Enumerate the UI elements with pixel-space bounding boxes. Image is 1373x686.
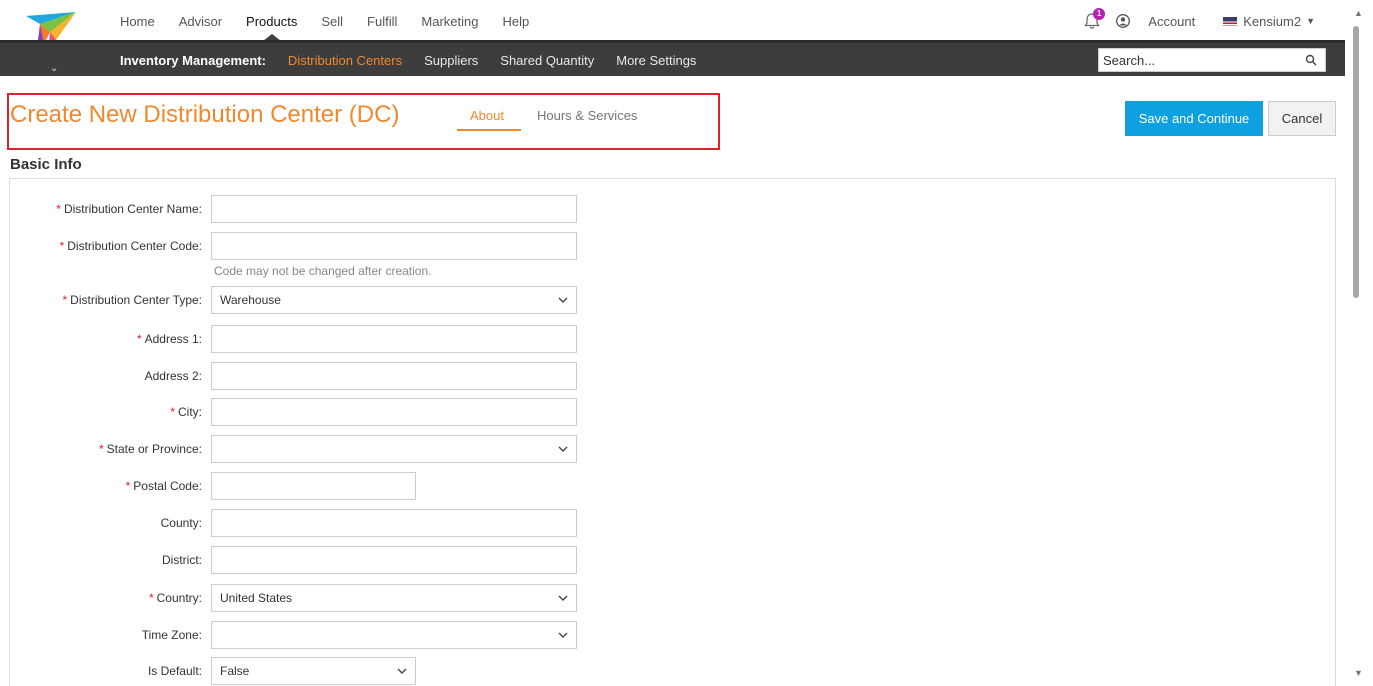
dc-type-select[interactable]: Warehouse xyxy=(211,286,577,314)
field-label: * Distribution Center Code: xyxy=(59,239,202,253)
field-label: * Address 1: xyxy=(136,332,202,346)
select-value: False xyxy=(220,664,250,678)
subnav-distribution-centers[interactable]: Distribution Centers xyxy=(288,53,402,68)
chevron-down-icon xyxy=(558,595,568,601)
subnav-more-settings[interactable]: More Settings xyxy=(616,53,696,68)
select-value: Warehouse xyxy=(220,293,281,307)
tab-hours-services[interactable]: Hours & Services xyxy=(537,108,637,123)
chevron-down-icon xyxy=(397,668,407,674)
chevron-down-icon[interactable]: ⌄ xyxy=(50,63,58,74)
address1-field[interactable] xyxy=(211,325,577,353)
user-icon[interactable] xyxy=(1116,14,1131,28)
scroll-up-icon[interactable]: ▲ xyxy=(1354,8,1363,18)
field-label: Time Zone: xyxy=(141,628,202,642)
field-label: Is Default: xyxy=(147,664,202,678)
form-row-country: * Country: United States xyxy=(0,584,600,612)
us-flag-icon xyxy=(1223,16,1238,26)
dc-code-field[interactable] xyxy=(211,232,577,260)
form-row-city: * City: xyxy=(0,398,600,426)
chevron-down-icon xyxy=(558,632,568,638)
subnav-section-label: Inventory Management: xyxy=(120,53,266,68)
form-row-timezone: Time Zone: xyxy=(0,621,600,649)
scroll-thumb[interactable] xyxy=(1353,26,1359,298)
form-row-address2: Address 2: xyxy=(0,362,600,390)
state-select[interactable] xyxy=(211,435,577,463)
dc-name-field[interactable] xyxy=(211,195,577,223)
address2-field[interactable] xyxy=(211,362,577,390)
select-value: United States xyxy=(220,591,293,605)
top-navigation: Home Advisor Products Sell Fulfill Marke… xyxy=(0,0,1345,54)
menu-advisor[interactable]: Advisor xyxy=(179,14,222,40)
district-field[interactable] xyxy=(211,546,577,574)
chevron-down-icon xyxy=(558,446,568,452)
field-label: * Distribution Center Type: xyxy=(62,293,202,307)
form-row-name: * Distribution Center Name: xyxy=(0,195,600,223)
notifications-button[interactable]: 1 xyxy=(1084,8,1106,30)
form-row-default: Is Default: False xyxy=(0,657,600,685)
scroll-down-icon[interactable]: ▼ xyxy=(1354,668,1363,678)
inventory-subnav-bar: ⌄ Inventory Management: Distribution Cen… xyxy=(0,40,1345,76)
form-row-address1: * Address 1: xyxy=(0,325,600,353)
subnav-shared-quantity[interactable]: Shared Quantity xyxy=(500,53,594,68)
menu-products[interactable]: Products xyxy=(246,14,297,41)
field-label: * Postal Code: xyxy=(125,479,202,493)
subnav-suppliers[interactable]: Suppliers xyxy=(424,53,478,68)
search-icon[interactable] xyxy=(1305,54,1317,66)
caret-down-icon[interactable]: ▼ xyxy=(1306,16,1315,26)
country-select[interactable]: United States xyxy=(211,584,577,612)
search-box xyxy=(1098,48,1326,72)
field-label: District: xyxy=(162,553,202,567)
field-label: * Country: xyxy=(148,591,202,605)
is-default-select[interactable]: False xyxy=(211,657,416,685)
user-area: 1 Account Kensium2 ▼ xyxy=(1084,8,1315,30)
field-label: * State or Province: xyxy=(98,442,202,456)
chevron-down-icon xyxy=(558,297,568,303)
active-tab-indicator xyxy=(457,129,521,131)
menu-fulfill[interactable]: Fulfill xyxy=(367,14,397,40)
vertical-scrollbar[interactable]: ▲ ▼ xyxy=(1345,0,1373,686)
form-row-state: * State or Province: xyxy=(0,435,600,463)
account-link[interactable]: Account xyxy=(1148,14,1195,29)
field-label: County: xyxy=(160,516,202,530)
menu-home[interactable]: Home xyxy=(120,14,155,40)
cancel-button[interactable]: Cancel xyxy=(1268,101,1336,136)
form-row-code: * Distribution Center Code: xyxy=(0,232,600,260)
subnav-menu: Inventory Management: Distribution Cente… xyxy=(120,53,718,68)
postal-code-field[interactable] xyxy=(211,472,416,500)
save-and-continue-button[interactable]: Save and Continue xyxy=(1125,101,1263,136)
menu-sell[interactable]: Sell xyxy=(321,14,343,40)
menu-marketing[interactable]: Marketing xyxy=(421,14,478,40)
tenant-selector[interactable]: Kensium2 xyxy=(1243,14,1301,29)
form-row-type: * Distribution Center Type: Warehouse xyxy=(0,286,600,314)
main-menu: Home Advisor Products Sell Fulfill Marke… xyxy=(120,14,553,41)
form-row-county: County: xyxy=(0,509,600,537)
code-hint: Code may not be changed after creation. xyxy=(214,264,432,278)
search-input[interactable] xyxy=(1099,52,1299,68)
city-field[interactable] xyxy=(211,398,577,426)
field-label: * City: xyxy=(170,405,202,419)
notification-badge: 1 xyxy=(1093,8,1106,20)
page-title: Create New Distribution Center (DC) xyxy=(10,101,400,128)
section-title: Basic Info xyxy=(10,156,82,173)
field-label: Address 2: xyxy=(144,369,202,383)
tab-about[interactable]: About xyxy=(470,108,504,123)
form-row-district: District: xyxy=(0,546,600,574)
field-label: * Distribution Center Name: xyxy=(56,202,202,216)
county-field[interactable] xyxy=(211,509,577,537)
form-row-postal: * Postal Code: xyxy=(0,472,600,500)
timezone-select[interactable] xyxy=(211,621,577,649)
menu-help[interactable]: Help xyxy=(502,14,529,40)
